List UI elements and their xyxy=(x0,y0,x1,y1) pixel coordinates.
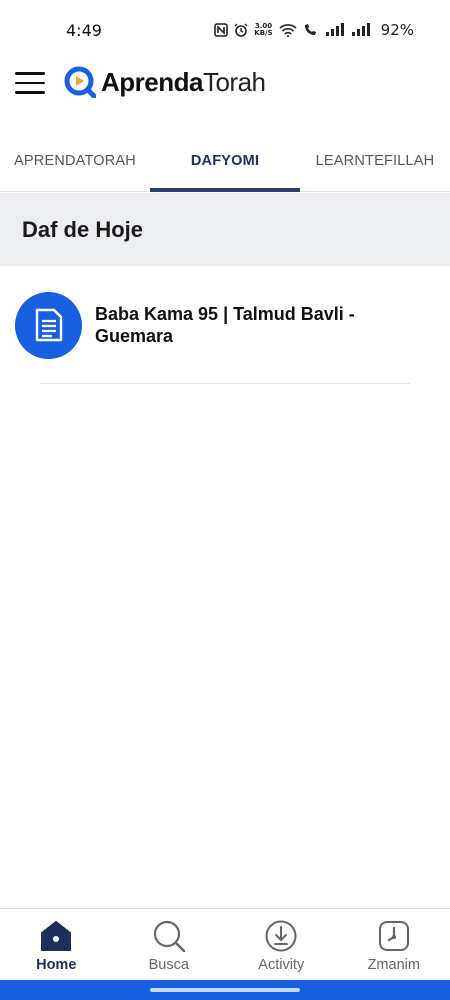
nfc-icon xyxy=(214,23,229,37)
status-time: 4:49 xyxy=(66,20,102,40)
nav-zmanim[interactable]: Zmanim xyxy=(338,909,450,980)
wifi-icon xyxy=(279,24,297,37)
logo-mark-icon xyxy=(64,66,96,98)
nav-activity[interactable]: Activity xyxy=(225,909,338,980)
item-icon-circle xyxy=(15,291,82,359)
tab-dafyomi[interactable]: DAFYOMI xyxy=(150,130,300,192)
clock-icon xyxy=(378,921,409,951)
alarm-icon xyxy=(234,23,248,37)
status-bar: 4:49 3.00 KB/S 92% xyxy=(0,0,450,60)
bottom-navigation: Home Busca Activity Zmanim xyxy=(0,908,450,980)
battery-level: 92% xyxy=(380,21,414,39)
tab-aprendatorah[interactable]: APRENDATORAH xyxy=(0,130,150,191)
home-indicator[interactable] xyxy=(150,988,300,992)
tab-learntefillah[interactable]: LEARNTEFILLAH xyxy=(300,130,450,191)
signal-icon-1 xyxy=(325,23,344,36)
menu-icon[interactable] xyxy=(15,72,45,94)
document-icon xyxy=(35,308,62,342)
section-title: Daf de Hoje xyxy=(22,216,144,242)
item-title: Baba Kama 95 | Talmud Bavli - Guemara xyxy=(95,304,355,346)
section-header: Daf de Hoje xyxy=(0,193,450,266)
logo-text-light: Torah xyxy=(202,66,266,97)
logo-text-bold: Aprenda xyxy=(101,66,203,97)
app-logo: AprendaTorah xyxy=(64,66,266,98)
status-icons: 3.00 KB/S 92% xyxy=(214,21,414,39)
nav-busca-label: Busca xyxy=(148,957,189,973)
nav-zmanim-label: Zmanim xyxy=(367,957,420,973)
nav-activity-label: Activity xyxy=(258,957,305,973)
system-gesture-bar xyxy=(0,980,450,1000)
network-speed: 3.00 KB/S xyxy=(254,23,272,37)
list-item[interactable]: Baba Kama 95 | Talmud Bavli - Guemara xyxy=(15,290,415,360)
search-icon xyxy=(153,920,185,953)
speed-unit: KB/S xyxy=(254,29,273,37)
home-icon xyxy=(41,921,72,951)
call-icon xyxy=(304,24,316,35)
nav-home-label: Home xyxy=(36,957,77,973)
category-tabs: APRENDATORAH DAFYOMI LEARNTEFILLAH xyxy=(0,130,450,192)
app-screen: 4:49 3.00 KB/S 92% AprendaTorah APRENDAT… xyxy=(0,0,450,1000)
logo-text: AprendaTorah xyxy=(101,67,266,98)
signal-icon-2 xyxy=(351,23,370,36)
download-icon xyxy=(265,920,297,952)
list-divider xyxy=(40,383,410,384)
app-header: AprendaTorah xyxy=(0,60,450,106)
nav-home[interactable]: Home xyxy=(0,909,113,980)
nav-busca[interactable]: Busca xyxy=(113,909,226,980)
